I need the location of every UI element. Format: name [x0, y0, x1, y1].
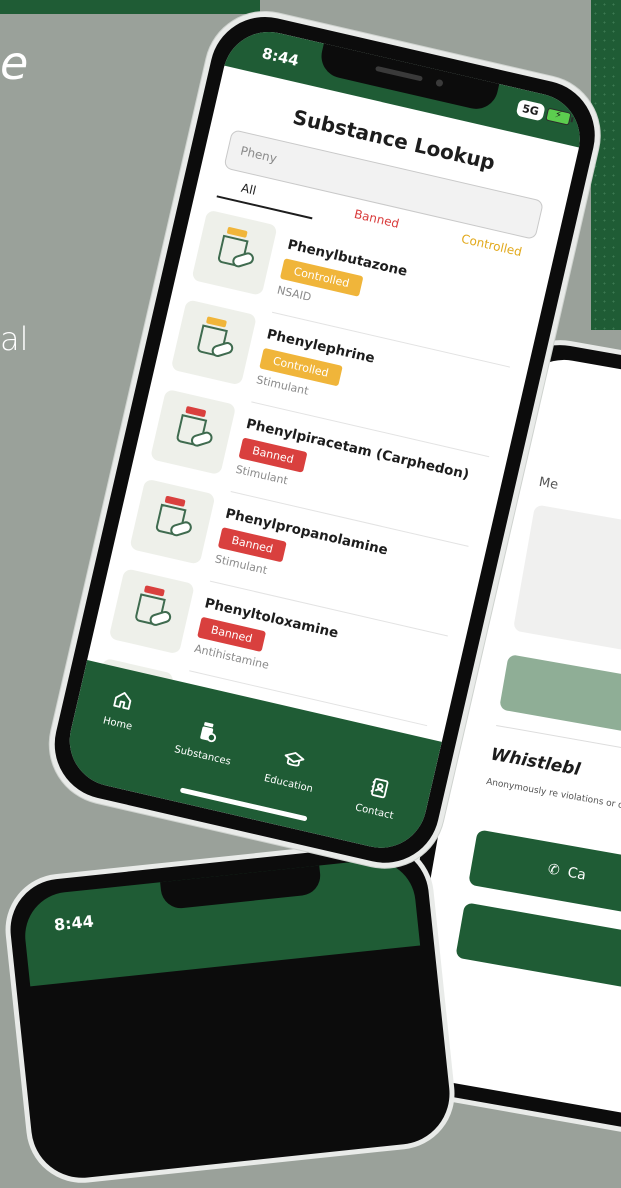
nav-substances-label: Substances	[173, 744, 232, 768]
nav-education-label: Education	[262, 773, 314, 795]
decorative-panel	[591, 0, 621, 330]
pill-bottle-icon	[200, 722, 217, 743]
search-input-value: Pheny	[239, 143, 279, 166]
submit-button[interactable]	[499, 654, 621, 762]
tab-all[interactable]: All	[240, 181, 258, 198]
battery-icon: ⚡	[545, 107, 572, 126]
status-bar: 8:44 5G ⚡	[224, 22, 589, 148]
whistleblower-description: Anonymously re violations or othe horse …	[485, 777, 621, 828]
substance-category: NSAID	[275, 283, 313, 304]
whistleblower-title: Whistlebl	[489, 744, 582, 781]
status-time: 8:44	[260, 44, 301, 71]
charging-bolt-icon: ⚡	[553, 109, 563, 122]
pill-bottle-icon	[108, 568, 195, 655]
nav-home[interactable]: Home	[77, 680, 164, 738]
call-button-label: Ca	[566, 864, 588, 884]
nav-contact[interactable]: Contact	[334, 768, 421, 826]
network-indicator: 5G	[515, 98, 546, 122]
graduation-cap-icon	[284, 752, 305, 767]
contact-book-icon	[370, 778, 389, 799]
nav-substances[interactable]: Substances	[162, 712, 249, 770]
secondary-contact-button[interactable]	[455, 902, 621, 1010]
phone-notch	[317, 41, 500, 114]
tab-controlled[interactable]: Controlled	[460, 232, 523, 260]
tertiary-phone: 8:44	[0, 835, 461, 1188]
phone-notch	[160, 865, 323, 911]
background-caption: al	[0, 320, 29, 358]
nav-education[interactable]: Education	[248, 740, 335, 798]
speaker-grille	[375, 65, 423, 82]
pill-bottle-icon	[170, 299, 257, 386]
message-field-label: Me	[537, 474, 560, 493]
tab-banned[interactable]: Banned	[353, 207, 401, 231]
camera-dot	[435, 78, 444, 88]
pill-bottle-icon	[191, 209, 278, 296]
home-icon	[113, 692, 132, 710]
tertiary-phone-status-bar: 8:44	[20, 855, 421, 987]
pill-bottle-icon	[129, 478, 216, 565]
background-headline: e	[0, 36, 29, 90]
home-indicator	[179, 787, 308, 822]
nav-contact-label: Contact	[354, 802, 395, 822]
message-field[interactable]	[512, 504, 621, 683]
status-time: 8:44	[53, 911, 95, 935]
header-band	[0, 0, 260, 14]
phone-icon: ✆	[546, 861, 561, 880]
nav-home-label: Home	[101, 715, 134, 733]
pill-bottle-icon	[149, 388, 237, 476]
